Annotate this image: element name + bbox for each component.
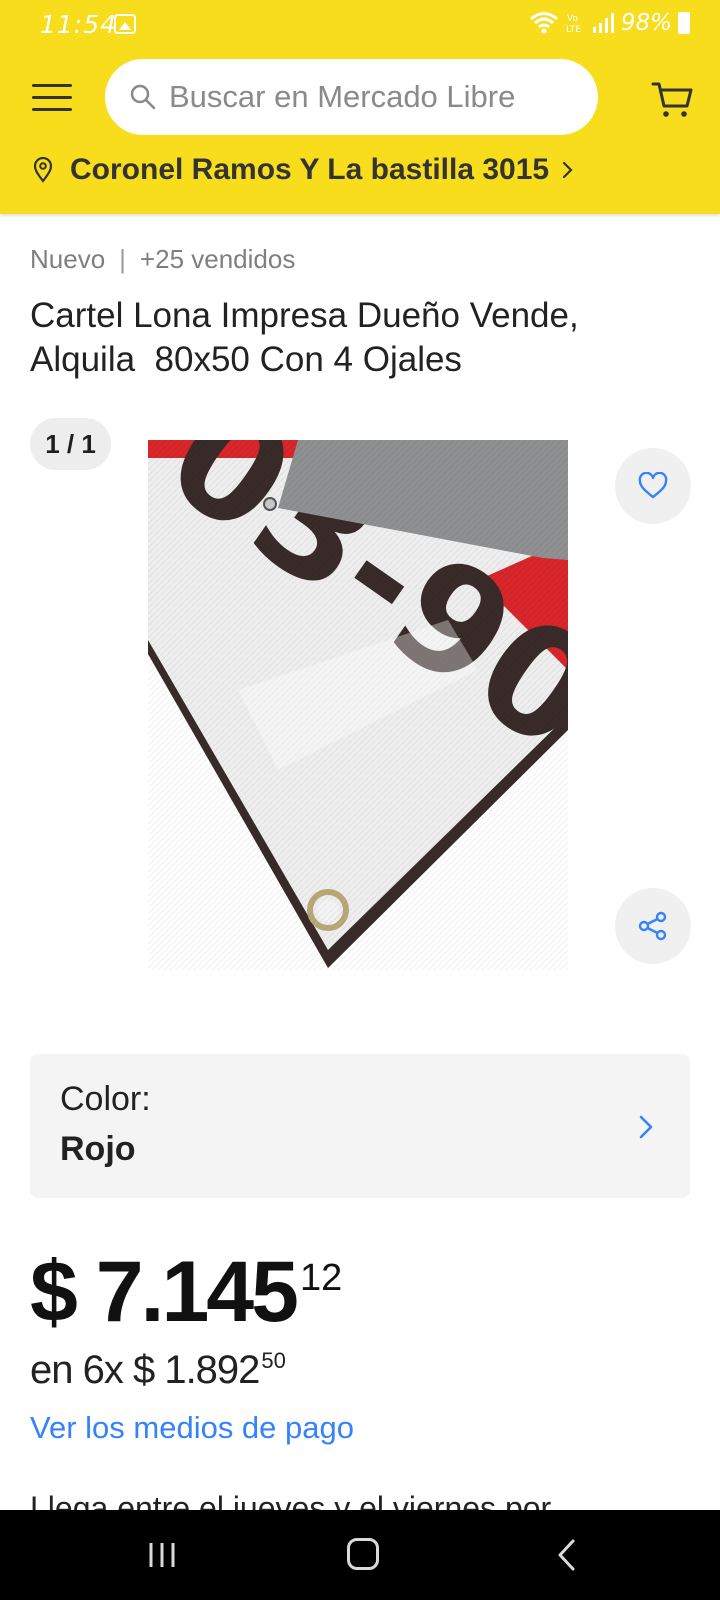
wifi-icon: [529, 12, 558, 34]
color-variant-selector[interactable]: Color: Rojo: [30, 1054, 690, 1198]
variant-label: Color:: [60, 1080, 151, 1118]
home-icon[interactable]: [347, 1538, 379, 1570]
back-icon[interactable]: [555, 1537, 579, 1573]
menu-icon[interactable]: [32, 84, 72, 112]
product-title: Cartel Lona Impresa Dueño Vende, Alquila…: [30, 296, 579, 379]
search-bar[interactable]: Buscar en Mercado Libre: [105, 59, 598, 135]
search-placeholder: Buscar en Mercado Libre: [169, 79, 516, 114]
svg-text:LTE: LTE: [566, 25, 581, 35]
image-counter: 1 / 1: [30, 418, 111, 470]
location-address: Coronel Ramos Y La bastilla 3015: [70, 153, 550, 186]
search-icon: [130, 84, 156, 110]
status-bar: 11:54 Vo LTE 98%: [0, 0, 720, 46]
cart-icon[interactable]: [650, 76, 694, 120]
variant-value: Rojo: [60, 1130, 136, 1168]
status-time: 11:54: [40, 10, 118, 39]
installments-cents: 50: [261, 1348, 286, 1373]
product-image[interactable]: 03-907: [148, 440, 568, 970]
price-amount: $ 7.145: [30, 1244, 299, 1340]
chevron-right-icon: [562, 161, 573, 179]
sold-count: +25 vendidos: [139, 244, 296, 274]
chevron-right-icon: [639, 1115, 653, 1139]
price: $ 7.145 12: [30, 1244, 342, 1340]
battery-icon: [678, 12, 690, 34]
signal-icon: [592, 13, 614, 33]
installments-amount: en 6x $ 1.892: [30, 1348, 260, 1392]
delivery-location[interactable]: Coronel Ramos Y La bastilla 3015: [32, 148, 575, 192]
share-icon: [638, 911, 667, 941]
installments: en 6x $ 1.892 50: [30, 1346, 286, 1394]
app-header: Buscar en Mercado Libre Coronel Ramos Y …: [0, 46, 720, 214]
price-cents: 12: [299, 1257, 343, 1299]
meta-separator: |: [119, 244, 126, 274]
svg-text:Vo: Vo: [567, 14, 578, 24]
system-nav-bar: [0, 1510, 720, 1600]
recent-apps-icon[interactable]: [147, 1540, 177, 1570]
location-pin-icon: [33, 157, 53, 183]
condition-label: Nuevo: [30, 244, 106, 274]
volte-icon: Vo LTE: [566, 14, 581, 35]
heart-icon: [638, 472, 668, 499]
product-subtitle: Nuevo | +25 vendidos: [30, 244, 295, 275]
gallery-notification-icon: [114, 14, 136, 34]
battery-percentage: 98%: [620, 10, 672, 36]
favorite-button[interactable]: [615, 448, 691, 524]
status-icons: Vo LTE 98%: [529, 10, 690, 36]
share-button[interactable]: [615, 888, 691, 964]
payment-methods-link[interactable]: Ver los medios de pago: [30, 1410, 354, 1446]
